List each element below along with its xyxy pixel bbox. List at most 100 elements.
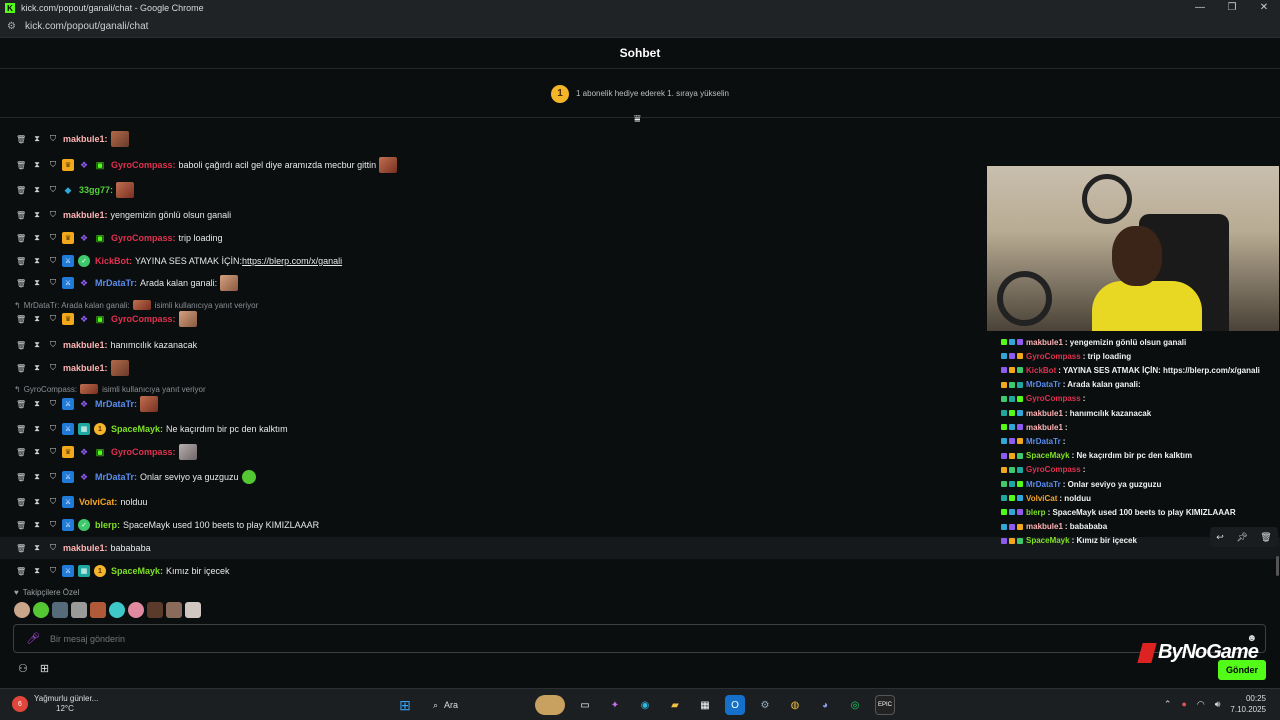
chat-username[interactable]: makbule1: bbox=[63, 134, 108, 144]
chat-username[interactable]: SpaceMayk: bbox=[111, 424, 163, 434]
timeout-icon[interactable]: ⧗ bbox=[32, 447, 42, 457]
ban-shield-icon[interactable]: ⛉ bbox=[48, 256, 58, 266]
delete-message-icon[interactable]: 🗑︎ bbox=[16, 186, 26, 195]
chat-emote[interactable] bbox=[116, 182, 135, 198]
ban-shield-icon[interactable]: ⛉ bbox=[48, 497, 58, 507]
emote-10[interactable] bbox=[185, 602, 201, 618]
task-view-icon[interactable]: ▭ bbox=[575, 695, 595, 715]
emote-8[interactable] bbox=[147, 602, 163, 618]
file-explorer-icon[interactable]: ▰ bbox=[665, 695, 685, 715]
timeout-icon[interactable]: ⧗ bbox=[32, 340, 42, 350]
delete-message-icon[interactable]: 🗑︎ bbox=[16, 234, 26, 243]
network-icon[interactable]: ◠ bbox=[1197, 699, 1205, 710]
timeout-icon[interactable]: ⧗ bbox=[32, 363, 42, 373]
chat-filter-icon[interactable]: ⩸ bbox=[634, 113, 641, 126]
scrollbar[interactable] bbox=[1276, 556, 1279, 576]
chat-username[interactable]: makbule1: bbox=[63, 543, 108, 553]
emote-2[interactable] bbox=[33, 602, 49, 618]
chat-username[interactable]: KickBot: bbox=[95, 256, 132, 266]
chat-emote[interactable] bbox=[220, 275, 239, 291]
minimize-button[interactable]: — bbox=[1184, 0, 1216, 16]
timeout-icon[interactable]: ⧗ bbox=[32, 160, 42, 170]
close-button[interactable]: ✕ bbox=[1248, 0, 1280, 16]
delete-message-icon[interactable]: 🗑︎ bbox=[16, 448, 26, 457]
ban-shield-icon[interactable]: ⛉ bbox=[48, 566, 58, 576]
chat-emote[interactable] bbox=[110, 360, 129, 376]
ban-shield-icon[interactable]: ⛉ bbox=[48, 134, 58, 144]
steam-icon[interactable]: ⚙ bbox=[755, 695, 775, 715]
ban-shield-icon[interactable]: ⛉ bbox=[48, 210, 58, 220]
chat-username[interactable]: SpaceMayk: bbox=[111, 566, 163, 576]
edge-icon[interactable]: ◉ bbox=[635, 695, 655, 715]
chat-username[interactable]: makbule1: bbox=[63, 363, 108, 373]
ban-shield-icon[interactable]: ⛉ bbox=[48, 447, 58, 457]
chat-username[interactable]: MrDataTr: bbox=[95, 399, 137, 409]
chat-username[interactable]: MrDataTr: bbox=[95, 472, 137, 482]
chat-username[interactable]: makbule1: bbox=[63, 210, 108, 220]
discord-icon[interactable]: ◕ bbox=[815, 695, 835, 715]
timeout-icon[interactable]: ⧗ bbox=[32, 399, 42, 409]
chat-username[interactable]: 33gg77: bbox=[79, 185, 113, 195]
ban-shield-icon[interactable]: ⛉ bbox=[48, 399, 58, 409]
copilot-icon[interactable]: ✦ bbox=[605, 695, 625, 715]
ban-shield-icon[interactable]: ⛉ bbox=[48, 543, 58, 553]
timeout-icon[interactable]: ⧗ bbox=[32, 566, 42, 576]
volume-icon[interactable]: 🔊︎ bbox=[1215, 699, 1221, 710]
pin-icon[interactable]: 📌︎ bbox=[1236, 532, 1247, 543]
ban-shield-icon[interactable]: ⛉ bbox=[48, 520, 58, 530]
chat-username[interactable]: GyroCompass: bbox=[111, 447, 176, 457]
timeout-icon[interactable]: ⧗ bbox=[32, 520, 42, 530]
epic-games-icon[interactable]: EPIC bbox=[875, 695, 895, 715]
chat-link[interactable]: https://blerp.com/x/ganali bbox=[242, 256, 342, 266]
timeout-icon[interactable]: ⧗ bbox=[32, 256, 42, 266]
delete-message-icon[interactable]: 🗑︎ bbox=[16, 211, 26, 220]
address-bar[interactable]: ⚙ kick.com/popout/ganali/chat bbox=[0, 16, 1280, 38]
chat-username[interactable]: MrDataTr: bbox=[95, 278, 137, 288]
delete-message-icon[interactable]: 🗑︎ bbox=[16, 567, 26, 576]
reply-target[interactable]: GyroCompass: bbox=[24, 385, 77, 394]
delete-message-icon[interactable]: 🗑︎ bbox=[16, 544, 26, 553]
chat-emote[interactable] bbox=[379, 157, 398, 173]
store-app-icon[interactable]: ▦ bbox=[695, 695, 715, 715]
timeout-icon[interactable]: ⧗ bbox=[32, 497, 42, 507]
timeout-icon[interactable]: ⧗ bbox=[32, 185, 42, 195]
timeout-icon[interactable]: ⧗ bbox=[32, 472, 42, 482]
chat-input-box[interactable]: 🎤︎ ☻ bbox=[13, 624, 1266, 653]
site-settings-icon[interactable]: ⚙ bbox=[7, 21, 19, 32]
reply-icon[interactable]: ↩ bbox=[1216, 532, 1224, 543]
timeout-icon[interactable]: ⧗ bbox=[32, 543, 42, 553]
emote-4[interactable] bbox=[71, 602, 87, 618]
ban-shield-icon[interactable]: ⛉ bbox=[48, 233, 58, 243]
delete-message-icon[interactable]: 🗑︎ bbox=[16, 315, 26, 324]
url-text[interactable]: kick.com/popout/ganali/chat bbox=[25, 21, 148, 32]
chrome-icon[interactable]: ◍ bbox=[785, 695, 805, 715]
ban-shield-icon[interactable]: ⛉ bbox=[48, 160, 58, 170]
emote-3[interactable] bbox=[52, 602, 68, 618]
chat-emote[interactable] bbox=[241, 470, 256, 484]
emote-9[interactable] bbox=[166, 602, 182, 618]
mic-tray-icon[interactable]: ● bbox=[1181, 699, 1186, 709]
taskbar-search[interactable]: ⌕ Ara bbox=[425, 694, 525, 716]
send-button[interactable]: Gönder bbox=[1218, 660, 1266, 680]
timeout-icon[interactable]: ⧗ bbox=[32, 424, 42, 434]
chat-username[interactable]: blerp: bbox=[95, 520, 120, 530]
chat-emote[interactable] bbox=[140, 396, 159, 412]
gift-sub-banner[interactable]: 1 1 abonelik hediye ederek 1. sıraya yük… bbox=[0, 70, 1280, 118]
delete-message-icon[interactable]: 🗑︎ bbox=[16, 498, 26, 507]
delete-message-icon[interactable]: 🗑︎ bbox=[16, 135, 26, 144]
delete-message-icon[interactable]: 🗑︎ bbox=[16, 400, 26, 409]
timeout-icon[interactable]: ⧗ bbox=[32, 233, 42, 243]
ban-shield-icon[interactable]: ⛉ bbox=[48, 363, 58, 373]
chat-emote[interactable] bbox=[178, 444, 197, 460]
windows-start-icon[interactable]: ⊞ bbox=[395, 695, 415, 715]
message-input[interactable] bbox=[49, 633, 1150, 644]
ban-shield-icon[interactable]: ⛉ bbox=[48, 472, 58, 482]
delete-message-icon[interactable]: 🗑︎ bbox=[16, 341, 26, 350]
store-icon[interactable]: ⊞ bbox=[40, 662, 49, 675]
ban-shield-icon[interactable]: ⛉ bbox=[48, 278, 58, 288]
delete-message-icon[interactable]: 🗑︎ bbox=[16, 257, 26, 266]
emote-1[interactable] bbox=[14, 602, 30, 618]
chat-username[interactable]: GyroCompass: bbox=[111, 160, 176, 170]
chat-settings-icon[interactable]: ⚇ bbox=[18, 662, 28, 675]
outlook-icon[interactable]: O bbox=[725, 695, 745, 715]
